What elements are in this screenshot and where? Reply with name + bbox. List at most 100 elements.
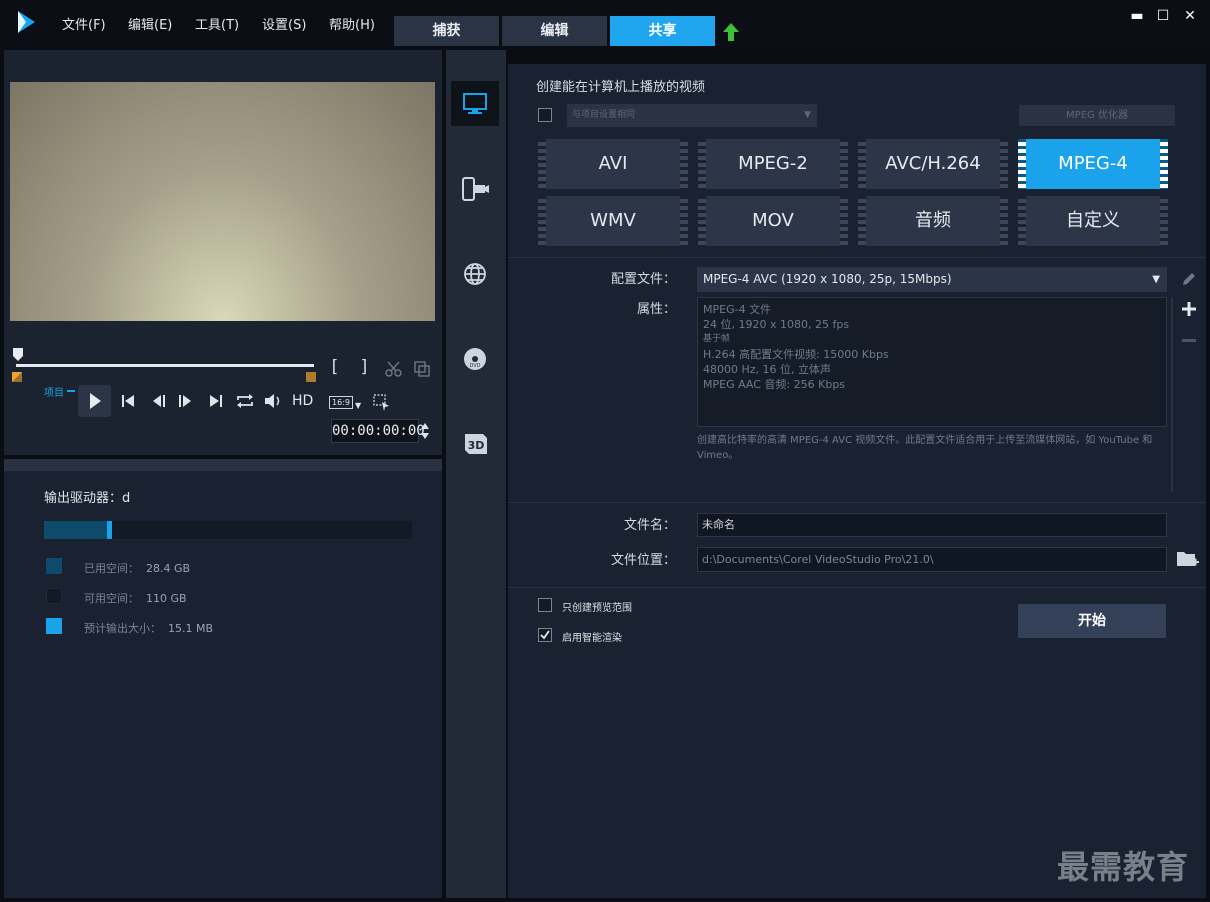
project-mode-indicator <box>67 390 75 392</box>
trim-end-icon[interactable] <box>306 367 316 382</box>
drive-usage-bar <box>44 521 412 539</box>
profile-label: 配置文件： <box>610 272 676 287</box>
mpeg-optimizer-button[interactable]: MPEG 优化器 <box>1019 105 1175 126</box>
sidebar-item-3d[interactable]: 3D <box>451 424 499 464</box>
edit-profile-icon[interactable] <box>1180 270 1198 288</box>
svg-text:DVD: DVD <box>469 363 480 369</box>
property-line: 24 位, 1920 x 1080, 25 fps <box>703 318 850 331</box>
property-line: MPEG AAC 音频: 256 Kbps <box>703 378 846 391</box>
legend-used-label: 已用空间： 28.4 GB <box>84 562 191 575</box>
menu-tools[interactable]: 工具(T) <box>195 14 239 33</box>
browse-folder-icon[interactable] <box>1176 548 1200 570</box>
property-line: 48000 Hz, 16 位, 立体声 <box>703 363 832 376</box>
project-mode-label[interactable]: 项目 <box>44 384 64 399</box>
hd-button[interactable]: HD <box>292 393 313 409</box>
play-button[interactable] <box>78 385 111 417</box>
mark-in-button[interactable]: [ <box>328 357 342 377</box>
timeline-bar[interactable] <box>16 364 314 367</box>
property-line: 基于帧 <box>703 334 731 344</box>
volume-icon[interactable] <box>263 392 283 410</box>
enlarge-preview-icon[interactable] <box>413 360 431 378</box>
chevron-down-icon: ▼ <box>1152 274 1160 285</box>
menu-edit[interactable]: 编辑(E) <box>128 14 172 33</box>
output-drive-title: 输出驱动器：d <box>44 491 131 506</box>
aspect-ratio-button[interactable]: 16:9 <box>329 396 353 409</box>
share-heading: 创建能在计算机上播放的视频 <box>536 80 706 95</box>
select-region-icon[interactable] <box>373 394 393 412</box>
divider <box>508 587 1206 588</box>
match-project-label: 与项目设置相同 <box>572 110 636 120</box>
format-mov[interactable]: MOV <box>698 196 848 246</box>
video-preview <box>10 82 435 321</box>
skip-start-icon[interactable] <box>120 393 136 409</box>
previous-frame-icon[interactable] <box>151 393 167 409</box>
drive-estimated-fill <box>107 521 112 539</box>
split-clip-icon[interactable] <box>385 360 403 378</box>
legend-free-label: 可用空间： 110 GB <box>84 592 187 605</box>
legend-used-swatch <box>46 558 62 574</box>
watermark: 最需教育 <box>1057 848 1190 886</box>
sidebar-item-device[interactable] <box>451 170 499 210</box>
sidebar-item-web[interactable] <box>451 255 499 295</box>
next-frame-icon[interactable] <box>177 393 193 409</box>
tab-share[interactable]: 共享 <box>610 16 715 46</box>
format-avc-h264[interactable]: AVC/H.264 <box>858 139 1008 189</box>
timecode-display[interactable]: 00:00:00:00 <box>331 419 425 443</box>
filename-input[interactable]: 未命名 <box>697 513 1167 537</box>
close-button[interactable]: ✕ <box>1180 6 1200 26</box>
properties-box: MPEG-4 文件 24 位, 1920 x 1080, 25 fps 基于帧 … <box>697 297 1167 427</box>
location-input[interactable]: d:\Documents\Corel VideoStudio Pro\21.0\ <box>697 547 1167 572</box>
smart-render-label: 启用智能渲染 <box>562 633 622 644</box>
format-custom[interactable]: 自定义 <box>1018 196 1168 246</box>
sidebar-item-computer[interactable] <box>451 81 499 126</box>
property-line: MPEG-4 文件 <box>703 303 772 316</box>
format-wmv[interactable]: WMV <box>538 196 688 246</box>
profile-value: MPEG-4 AVC (1920 x 1080, 25p, 15Mbps) <box>703 272 952 286</box>
start-button[interactable]: 开始 <box>1018 604 1166 638</box>
skip-end-icon[interactable] <box>208 393 224 409</box>
profile-dropdown[interactable]: MPEG-4 AVC (1920 x 1080, 25p, 15Mbps) ▼ <box>697 267 1167 292</box>
location-label: 文件位置： <box>610 553 676 568</box>
chevron-down-icon[interactable]: ▼ <box>355 401 361 410</box>
property-line: H.264 高配置文件视频: 15000 Kbps <box>703 348 889 361</box>
tab-capture[interactable]: 捕获 <box>394 16 499 46</box>
match-project-checkbox[interactable] <box>538 108 552 122</box>
title-bar: 文件(F) 编辑(E) 工具(T) 设置(S) 帮助(H) 捕获 编辑 共享 ▬… <box>0 0 1210 46</box>
menu-file[interactable]: 文件(F) <box>62 14 106 33</box>
legend-estimate-label: 预计输出大小： 15.1 MB <box>84 622 214 635</box>
chevron-down-icon: ▼ <box>804 110 811 120</box>
format-avi[interactable]: AVI <box>538 139 688 189</box>
sidebar-item-disc[interactable]: DVD <box>451 340 499 380</box>
divider <box>508 502 1206 503</box>
properties-label: 属性： <box>636 302 676 317</box>
preview-only-checkbox[interactable] <box>538 598 552 612</box>
upload-arrow-icon[interactable] <box>722 22 740 42</box>
format-mpeg2[interactable]: MPEG-2 <box>698 139 848 189</box>
format-mpeg4[interactable]: MPEG-4 <box>1018 139 1168 189</box>
mark-out-button[interactable]: ] <box>357 357 371 377</box>
menu-help[interactable]: 帮助(H) <box>329 14 375 33</box>
minimize-button[interactable]: ▬ <box>1127 6 1147 26</box>
legend-estimate-swatch <box>46 618 62 634</box>
format-audio[interactable]: 音频 <box>858 196 1008 246</box>
scrollbar-track[interactable] <box>1171 297 1173 492</box>
trim-start-icon[interactable] <box>12 367 22 382</box>
drive-used-fill <box>44 521 107 539</box>
remove-profile-icon[interactable] <box>1180 331 1198 349</box>
scrubber-handle-icon[interactable] <box>12 347 24 361</box>
smart-render-checkbox[interactable] <box>538 628 552 642</box>
repeat-icon[interactable] <box>235 392 255 410</box>
share-main-panel <box>508 64 1206 898</box>
preview-only-label: 只创建预览范围 <box>562 603 632 614</box>
tab-edit[interactable]: 编辑 <box>502 16 607 46</box>
filename-label: 文件名： <box>623 518 676 533</box>
add-profile-icon[interactable] <box>1180 300 1198 318</box>
match-project-dropdown[interactable]: 与项目设置相同 ▼ <box>567 104 817 127</box>
app-logo-icon <box>16 10 36 34</box>
legend-free-swatch <box>46 588 62 604</box>
maximize-button[interactable]: ☐ <box>1153 6 1173 26</box>
profile-description: 创建高比特率的高清 MPEG-4 AVC 视频文件。此配置文件适合用于上传至流媒… <box>697 435 1153 461</box>
timecode-stepper-icon[interactable] <box>419 420 431 442</box>
divider <box>508 257 1206 258</box>
menu-settings[interactable]: 设置(S) <box>262 14 306 33</box>
